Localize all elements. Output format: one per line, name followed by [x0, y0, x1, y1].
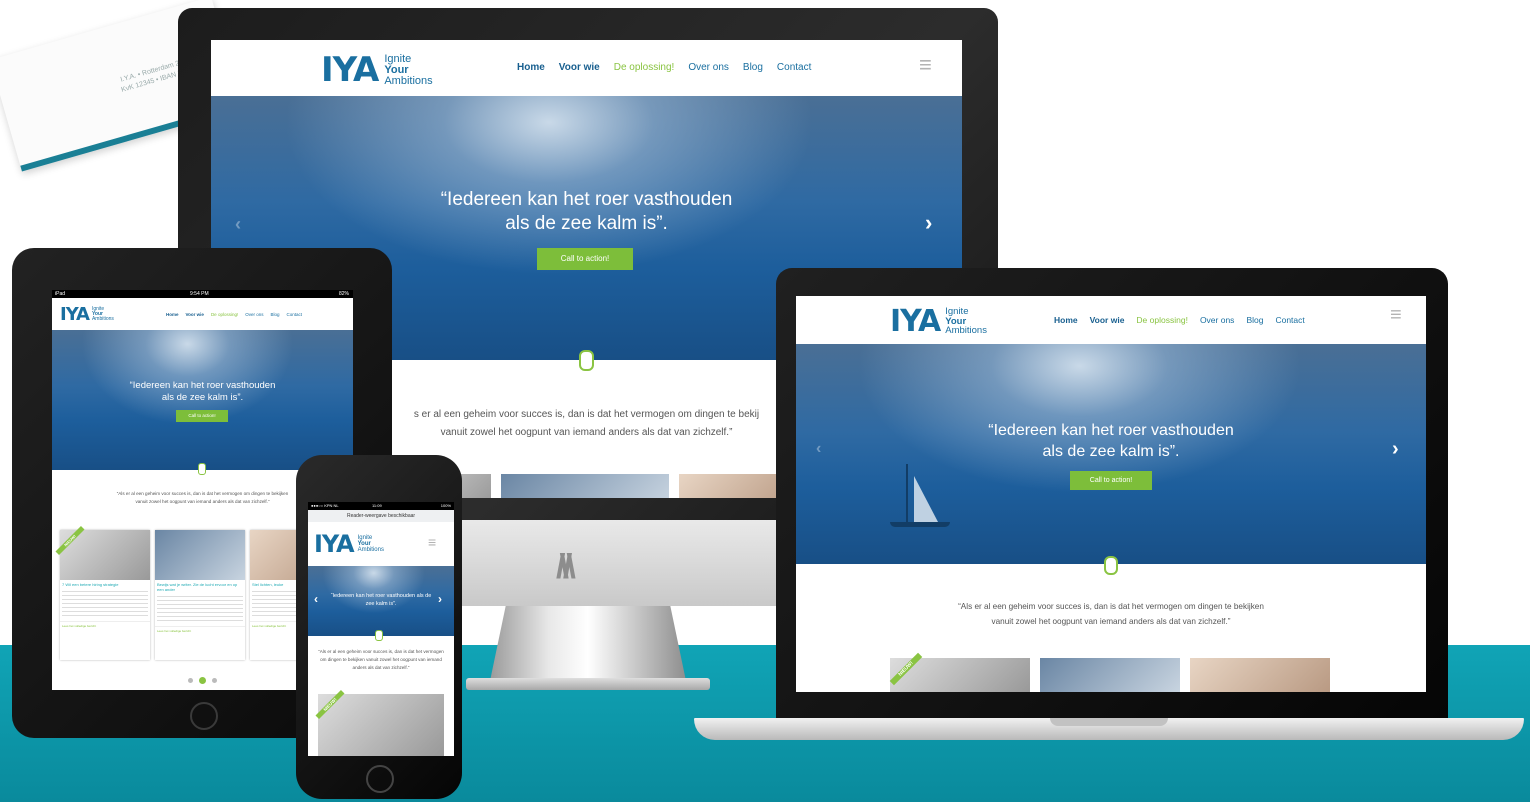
scroll-down-icon[interactable] [375, 630, 383, 641]
brand-line-2: Your [384, 63, 409, 76]
iphone-status-time: 11:09 [372, 503, 382, 508]
carousel-dots [188, 677, 217, 684]
hamburger-menu-icon[interactable]: ≡ [428, 534, 436, 550]
ipad-navbar: IYA Ignite Your Ambitions Home Voor wie … [52, 298, 353, 330]
carousel-next-icon[interactable]: › [925, 210, 932, 236]
nav-de-oplossing[interactable]: De oplossing! [211, 312, 238, 317]
ipad-hero: “Iedereen kan het roer vasthouden als de… [52, 330, 353, 470]
iya-logo-icon: IYA [321, 50, 379, 90]
iphone-home-button-icon[interactable] [366, 765, 394, 793]
macbook-website: IYA Ignite Your Ambitions Home Voor wie … [796, 296, 1426, 692]
macbook-hero: “Iedereen kan het roer vasthouden als de… [796, 344, 1426, 564]
ipad-status-battery: 82% [338, 291, 349, 297]
sailboat-mast [906, 464, 908, 522]
call-to-action-button[interactable]: Call to action! [176, 410, 228, 422]
nav-de-oplossing[interactable]: De oplossing! [1136, 315, 1188, 325]
sailboat-sail [914, 476, 938, 522]
hero-quote: “Iedereen kan het roer vasthouden als de… [129, 380, 276, 403]
macbook-navbar: IYA Ignite Your Ambitions Home Voor wie … [796, 296, 1426, 344]
nav-contact[interactable]: Contact [777, 62, 811, 73]
hero-quote: “Iedereen kan het roer vasthouden als de… [988, 422, 1234, 460]
macbook-main-menu: Home Voor wie De oplossing! Over ons Blo… [1054, 315, 1305, 325]
scroll-down-icon[interactable] [198, 463, 206, 475]
carousel-prev-icon[interactable]: ‹ [816, 440, 821, 458]
nav-blog[interactable]: Blog [270, 312, 279, 317]
iphone-status-carrier: ●●●○○ KPN NL [311, 503, 339, 508]
ipad-home-button-icon[interactable] [190, 702, 218, 730]
nav-contact[interactable]: Contact [1275, 315, 1304, 325]
nav-blog[interactable]: Blog [743, 62, 763, 73]
iphone-intro-text: “Als er al een geheim voor succes is, da… [318, 649, 444, 670]
iya-logo-icon: IYA [60, 304, 90, 325]
nav-blog[interactable]: Blog [1246, 315, 1263, 325]
nav-voor-wie[interactable]: Voor wie [186, 312, 204, 317]
macbook-notch [1050, 718, 1168, 726]
carousel-dot[interactable] [212, 678, 217, 683]
read-more-link[interactable]: Lees het volledige bericht [155, 626, 245, 635]
iphone-tile-image [318, 694, 444, 756]
hero-quote: “Iedereen kan het roer vasthouden als de… [440, 189, 733, 234]
carousel-dot[interactable] [188, 678, 193, 683]
nav-over-ons[interactable]: Over ons [688, 62, 729, 73]
carousel-next-icon[interactable]: › [1392, 438, 1399, 461]
ipad-brand-logo[interactable]: IYA Ignite Your Ambitions [60, 304, 114, 325]
call-to-action-button[interactable]: Call to action! [537, 248, 633, 270]
iphone-brand-logo[interactable]: IYA Ignite Your Ambitions [314, 530, 384, 558]
imac-foot [466, 678, 710, 690]
nav-contact[interactable]: Contact [287, 312, 303, 317]
nav-de-oplossing[interactable]: De oplossing! [614, 62, 675, 73]
nav-over-ons[interactable]: Over ons [1200, 315, 1235, 325]
iya-logo-icon: IYA [890, 304, 941, 339]
iphone-status-bar: ●●●○○ KPN NL 11:09 100% [308, 502, 454, 510]
scroll-down-icon[interactable] [579, 350, 594, 371]
macbook-tile-image [1190, 658, 1330, 692]
ipad-status-bar: iPad 9:54 PM 82% [52, 290, 353, 298]
carousel-prev-icon[interactable]: ‹ [235, 214, 241, 235]
nav-voor-wie[interactable]: Voor wie [559, 62, 600, 73]
hero-quote: “Iedereen kan het roer vasthouden als de… [330, 593, 432, 607]
imac-tile-image [501, 474, 669, 498]
macbook-intro-text: “Als er al een geheim voor succes is, da… [958, 602, 1264, 626]
iphone-reader-bar[interactable]: Reader-weergave beschikbaar [308, 510, 454, 522]
carousel-dot-active[interactable] [199, 677, 206, 684]
nav-over-ons[interactable]: Over ons [245, 312, 263, 317]
imac-navbar: IYA Ignite Your Ambitions Home Voor wie … [211, 40, 962, 96]
macbook-tile-image [1040, 658, 1180, 692]
iphone-navbar: IYA Ignite Your Ambitions ≡ [308, 522, 454, 566]
iphone-status-battery: 100% [440, 503, 451, 508]
hamburger-menu-icon[interactable]: ≡ [919, 52, 932, 78]
hamburger-menu-icon[interactable]: ≡ [1390, 304, 1402, 327]
iphone-website: ●●●○○ KPN NL 11:09 100% Reader-weergave … [308, 502, 454, 756]
nav-home[interactable]: Home [1054, 315, 1078, 325]
ipad-card[interactable]: 7 Wil een betere hiring strategie Lees h… [55, 526, 150, 660]
imac-stand [490, 606, 686, 681]
carousel-next-icon[interactable]: › [438, 592, 442, 606]
carousel-prev-icon[interactable]: ‹ [314, 592, 318, 606]
ipad-status-time: 9:54 PM [190, 291, 209, 297]
nav-voor-wie[interactable]: Voor wie [1090, 315, 1125, 325]
ipad-status-carrier: iPad [55, 291, 66, 297]
iphone-hero: “Iedereen kan het roer vasthouden als de… [308, 566, 454, 636]
imac-brand-logo-icon: /\/\ [556, 548, 576, 586]
nav-home[interactable]: Home [166, 312, 179, 317]
brand-line-3: Ambitions [384, 74, 433, 87]
macbook-brand-logo[interactable]: IYA Ignite Your Ambitions [890, 304, 987, 339]
imac-main-menu: Home Voor wie De oplossing! Over ons Blo… [517, 62, 811, 73]
call-to-action-button[interactable]: Call to action! [1070, 471, 1152, 490]
scroll-down-icon[interactable] [1104, 556, 1118, 575]
ipad-main-menu: Home Voor wie De oplossing! Over ons Blo… [166, 312, 302, 317]
nav-home[interactable]: Home [517, 62, 545, 73]
imac-brand-logo[interactable]: IYA Ignite Your Ambitions [321, 50, 433, 90]
ipad-card[interactable]: Bewijs wat je writer. Zie de lucht ervoo… [155, 530, 245, 660]
iya-logo-icon: IYA [314, 530, 355, 558]
brand-line-1: Ignite [384, 52, 412, 65]
read-more-link[interactable]: Lees het volledige bericht [60, 621, 150, 630]
sailboat-hull [890, 522, 950, 527]
